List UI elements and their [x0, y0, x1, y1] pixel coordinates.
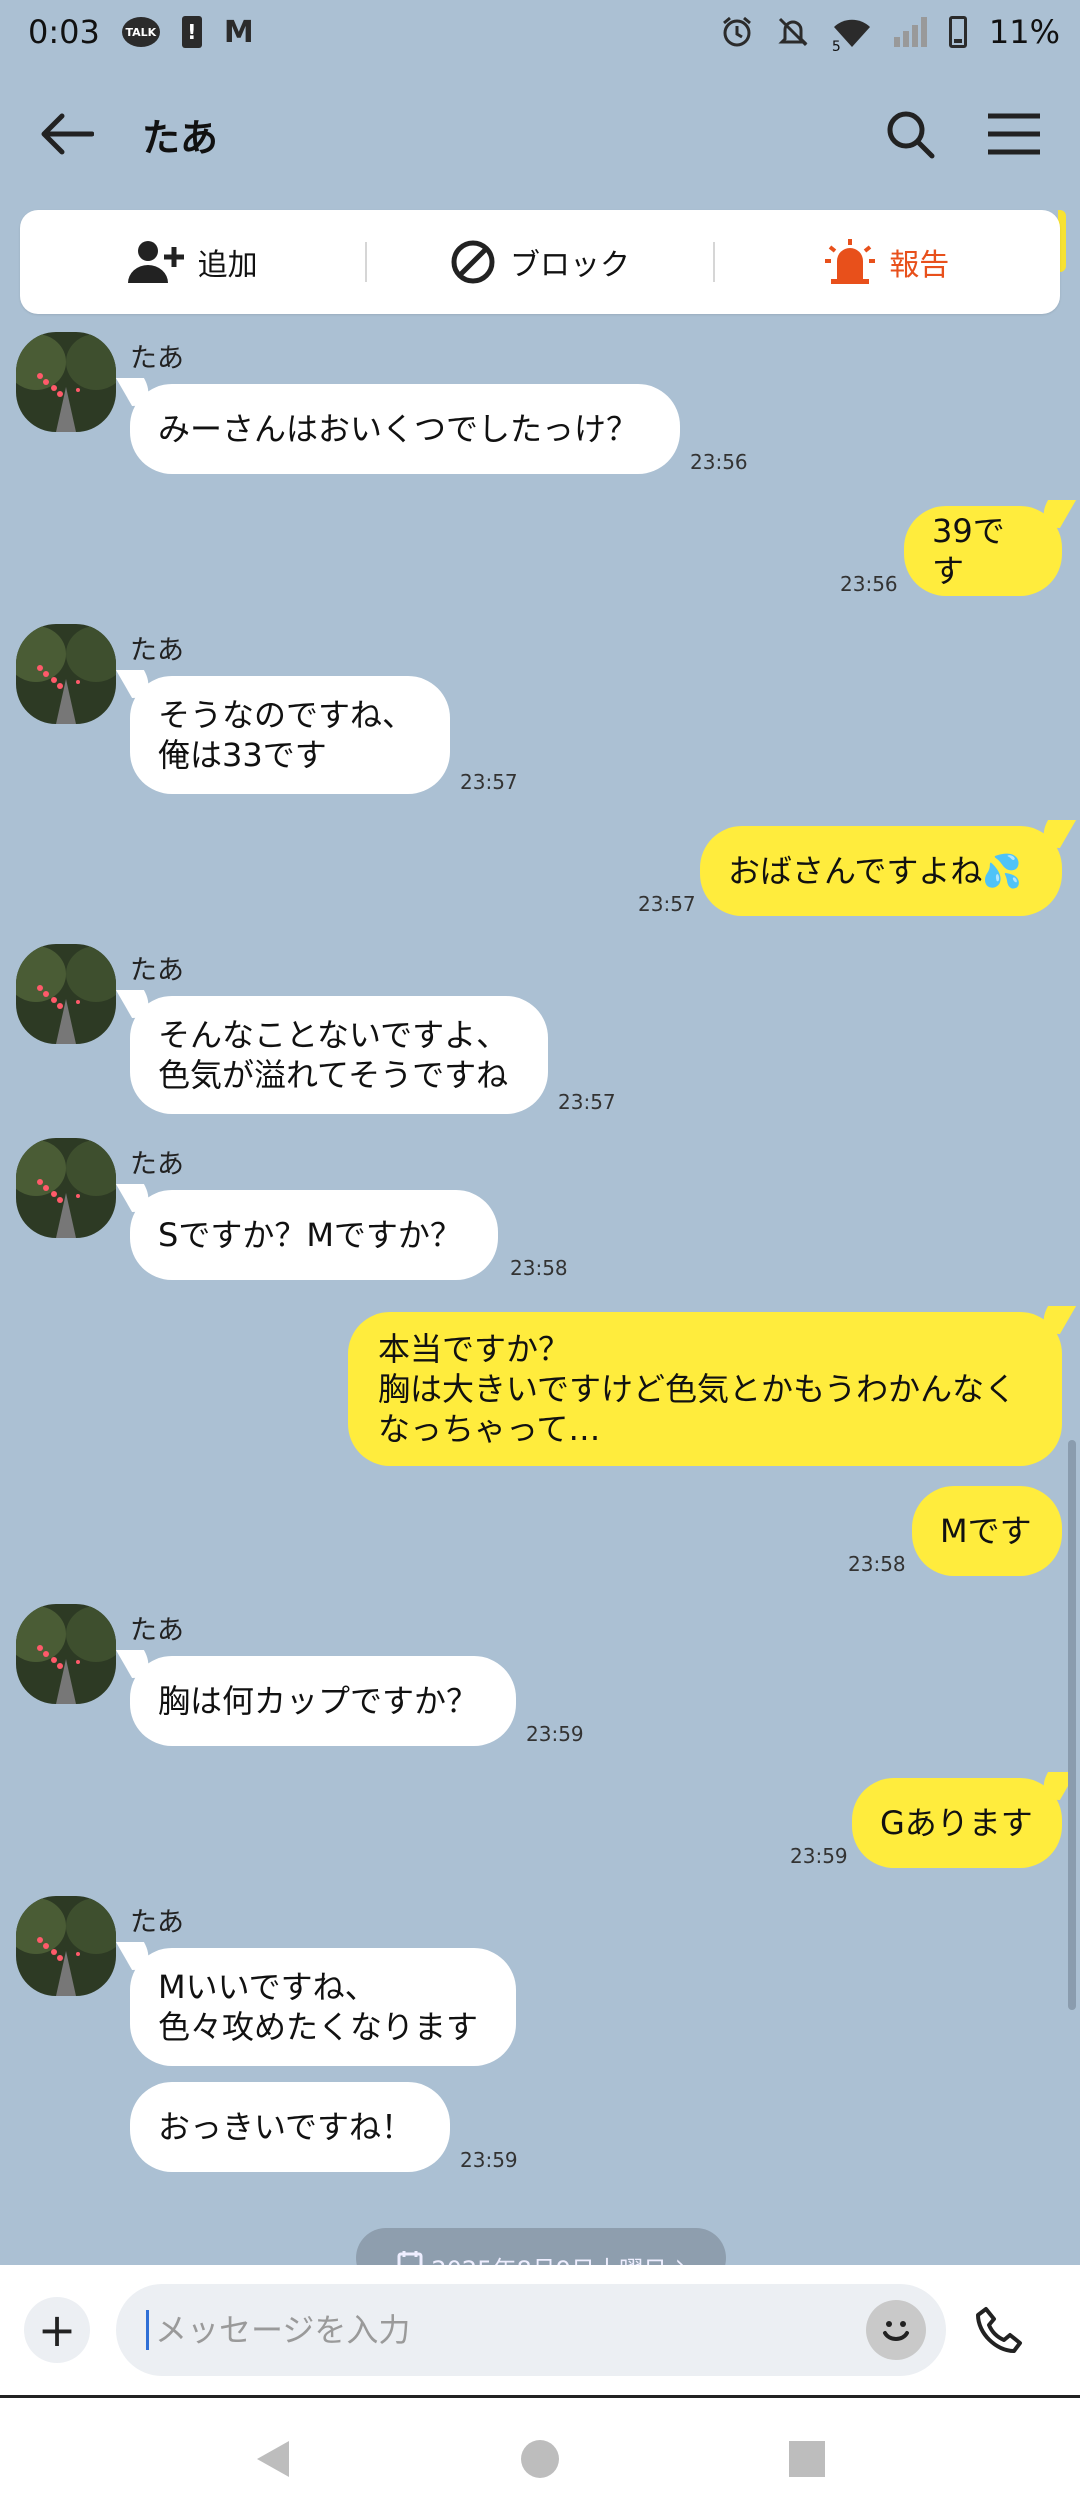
- message-bubble[interactable]: そんなことないですよ、 色気が溢れてそうですね: [130, 996, 548, 1114]
- nav-home-icon[interactable]: [518, 2437, 562, 2481]
- battery-percent: 11%: [988, 13, 1060, 51]
- message-bubble[interactable]: Gあります: [852, 1778, 1062, 1868]
- block-label: ブロック: [509, 248, 630, 283]
- message-time: 23:59: [790, 1844, 848, 1868]
- sender-name: たあ: [130, 1149, 184, 1180]
- avatar[interactable]: [16, 624, 116, 724]
- message-bubble[interactable]: Mいいですね、 色々攻めたくなります: [130, 1948, 516, 2066]
- avatar[interactable]: [16, 1604, 116, 1704]
- avatar-image: [16, 332, 116, 432]
- avatar[interactable]: [16, 1138, 116, 1238]
- message-bubble[interactable]: おっきいですね！: [130, 2082, 450, 2172]
- avatar-image: [16, 1138, 116, 1238]
- message-bubble[interactable]: そうなのですね、 俺は33です: [130, 676, 450, 794]
- message-list[interactable]: たあ みーさんはおいくつでしたっけ？ 23:56 39です 23:56 たあ そ…: [0, 320, 1080, 2265]
- gmail-icon: M: [223, 14, 254, 50]
- system-nav-bar: [0, 2395, 1080, 2520]
- message-input[interactable]: [146, 2310, 866, 2350]
- status-bar: 0:03 TALK ! M 5 11%: [0, 0, 1080, 64]
- network-type: 5: [831, 39, 841, 55]
- avatar-image: [16, 1604, 116, 1704]
- message-bubble[interactable]: Sですか？Mですか？: [130, 1190, 498, 1280]
- talk-icon: TALK: [121, 17, 160, 47]
- sender-name: たあ: [130, 955, 184, 986]
- avatar-image: [16, 624, 116, 724]
- signal-icon: [893, 17, 927, 47]
- message-time: 23:56: [840, 572, 898, 596]
- sender-name: たあ: [130, 1907, 184, 1938]
- message-time: 23:58: [848, 1552, 906, 1576]
- add-friend-icon: [127, 241, 184, 283]
- add-friend-button[interactable]: 追加: [20, 210, 365, 314]
- message-bubble[interactable]: みーさんはおいくつでしたっけ？: [130, 384, 680, 474]
- mute-icon: [778, 17, 808, 47]
- message-time: 23:57: [460, 770, 518, 794]
- sender-name: たあ: [130, 635, 184, 666]
- sender-name: たあ: [130, 343, 184, 374]
- search-icon: [887, 111, 935, 159]
- back-button[interactable]: [36, 104, 96, 164]
- avatar-image: [16, 944, 116, 1044]
- plus-button[interactable]: +: [24, 2297, 90, 2363]
- avatar[interactable]: [16, 332, 116, 432]
- nav-recents-icon[interactable]: [785, 2437, 829, 2481]
- input-bar: +: [0, 2265, 1080, 2395]
- add-label: 追加: [197, 248, 258, 283]
- search-button[interactable]: [880, 104, 940, 164]
- report-label: 報告: [889, 248, 950, 283]
- report-button[interactable]: 報告: [715, 210, 1060, 314]
- message-time: 23:59: [460, 2148, 518, 2172]
- message-bubble[interactable]: 39です: [904, 506, 1062, 596]
- message-time: 23:59: [526, 1722, 584, 1746]
- avatar[interactable]: [16, 944, 116, 1044]
- message-bubble[interactable]: 胸は何カップですか？: [130, 1656, 516, 1746]
- message-bubble[interactable]: Mです: [912, 1486, 1062, 1576]
- chat-title: たあ: [142, 115, 219, 160]
- phone-icon: [976, 2307, 1022, 2353]
- message-bubble[interactable]: 本当ですか？ 胸は大きいですけど色気とかもうわかんなく なっちゃって…: [348, 1312, 1062, 1466]
- chat-header: たあ: [0, 64, 1080, 204]
- alarm-icon: [722, 16, 751, 47]
- battery-icon: [948, 16, 967, 48]
- message-field: [116, 2284, 946, 2376]
- sender-name: たあ: [130, 1615, 184, 1646]
- message-time: 23:58: [510, 1256, 568, 1280]
- action-bar: 追加 ブロック 報告: [20, 210, 1060, 314]
- emoji-button[interactable]: [866, 2300, 926, 2360]
- call-button[interactable]: [964, 2295, 1034, 2365]
- nav-back-icon[interactable]: [251, 2437, 295, 2481]
- back-arrow-icon: [41, 113, 94, 155]
- message-bubble[interactable]: おばさんですよね💦: [700, 826, 1062, 916]
- menu-button[interactable]: [984, 104, 1044, 164]
- siren-icon: [825, 239, 876, 284]
- message-time: 23:57: [558, 1090, 616, 1114]
- block-icon: [451, 240, 495, 284]
- wifi-icon: 5: [832, 15, 872, 55]
- message-time: 23:57: [638, 892, 696, 916]
- hamburger-menu-icon: [988, 113, 1040, 155]
- block-button[interactable]: ブロック: [367, 210, 712, 314]
- avatar-image: [16, 1896, 116, 1996]
- plus-icon: +: [37, 2303, 77, 2357]
- battery-alert-icon: !: [181, 16, 202, 48]
- status-time: 0:03: [28, 13, 100, 51]
- scrollbar[interactable]: [1068, 1440, 1076, 2010]
- avatar[interactable]: [16, 1896, 116, 1996]
- emoji-icon: [883, 2321, 909, 2341]
- message-time: 23:56: [690, 450, 748, 474]
